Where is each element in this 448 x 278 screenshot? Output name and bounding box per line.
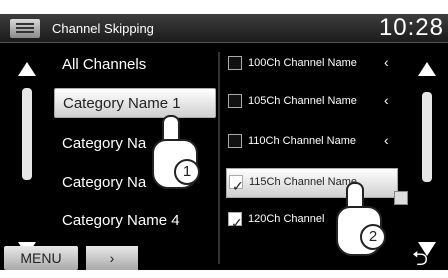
channel-row[interactable]: 105Ch Channel Name ‹	[226, 88, 396, 116]
channel-checkbox-checked[interactable]: ✓	[229, 175, 244, 194]
channel-row[interactable]: 110Ch Channel Name ‹	[226, 128, 396, 156]
scroll-up-arrow-icon[interactable]	[418, 62, 436, 76]
channel-label: 100Ch Channel Name	[248, 57, 357, 69]
checkmark-icon: ✓	[231, 215, 243, 231]
channel-label: 110Ch Channel Name	[248, 135, 357, 147]
chevron-left-icon: ‹	[384, 54, 389, 70]
category-item-1[interactable]: Category Name 1	[54, 88, 216, 118]
title-bar: Channel Skipping 10:28	[0, 14, 448, 43]
channel-label: 105Ch Channel Name	[248, 95, 357, 107]
channel-checkbox-checked[interactable]: ✓	[228, 212, 243, 231]
touch-indicator-1: 1	[148, 115, 200, 189]
column-divider	[218, 52, 220, 264]
channel-checkbox[interactable]	[228, 56, 242, 70]
touch-indicator-2: 2	[332, 182, 386, 256]
category-item-4[interactable]: Category Name 4	[54, 206, 216, 236]
menu-button[interactable]: MENU	[4, 246, 78, 270]
channel-scrollbar[interactable]	[416, 52, 440, 262]
step-badge: 1	[174, 159, 200, 185]
channel-row-selected[interactable]: ✓ 115Ch Channel Name	[226, 168, 398, 198]
page-top	[0, 0, 448, 14]
channel-row[interactable]: 100Ch Channel Name ‹	[226, 50, 396, 78]
chevron-left-icon: ‹	[384, 132, 389, 148]
channel-checkbox[interactable]	[228, 94, 242, 108]
back-button[interactable]: ⮌	[398, 244, 442, 270]
scroll-thumb[interactable]	[22, 88, 32, 180]
page-title: Channel Skipping	[52, 21, 154, 36]
checkmark-icon: ✓	[232, 178, 244, 194]
skip-checkbox[interactable]	[394, 191, 408, 205]
step-badge: 2	[360, 224, 386, 250]
scroll-thumb[interactable]	[422, 92, 432, 182]
next-page-button[interactable]: ›	[86, 246, 138, 270]
channel-checkbox[interactable]	[228, 134, 242, 148]
category-scrollbar[interactable]	[18, 52, 38, 262]
scroll-up-arrow-icon[interactable]	[18, 62, 36, 76]
channel-skip-app-icon	[10, 19, 40, 38]
channel-label: 120Ch Channel	[248, 213, 325, 225]
clock: 10:28	[378, 14, 444, 41]
category-item-all[interactable]: All Channels	[54, 50, 216, 80]
chevron-left-icon: ‹	[384, 92, 389, 108]
